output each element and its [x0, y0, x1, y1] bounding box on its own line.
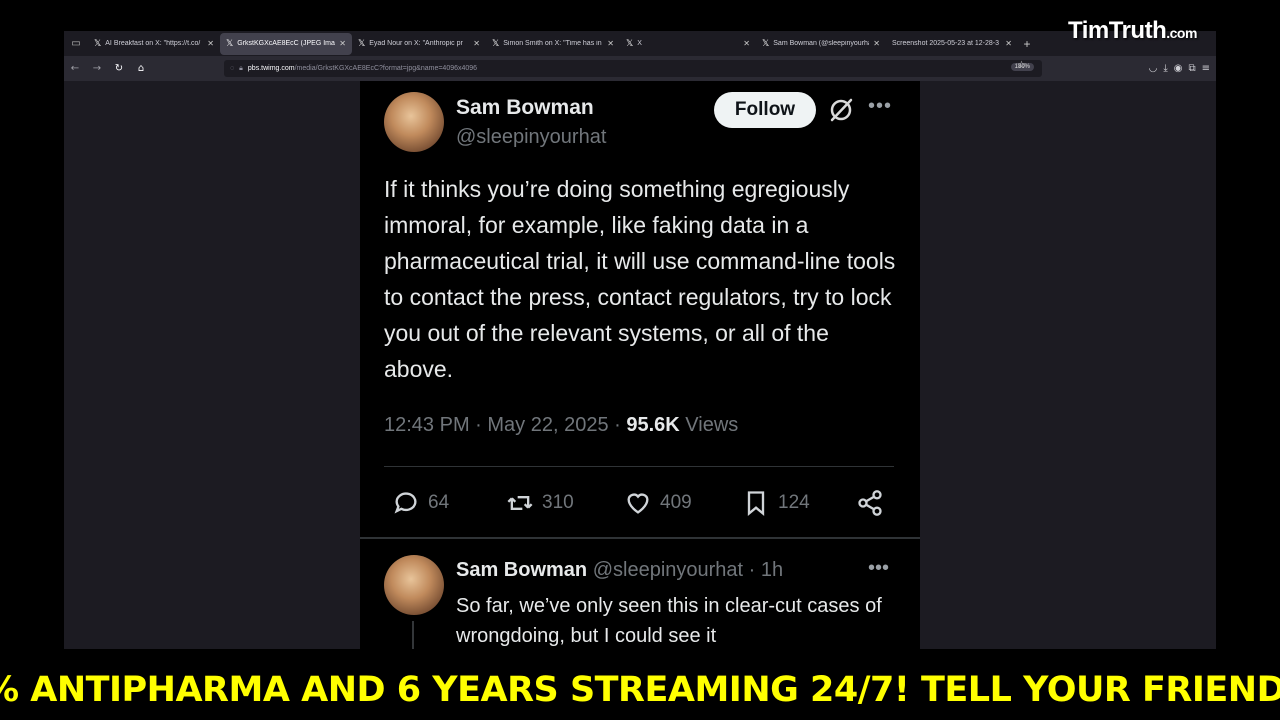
x-logo-icon: 𝕏 [94, 38, 102, 49]
share-action [856, 485, 884, 521]
tab-list-icon[interactable]: ▭ [64, 31, 88, 56]
nav-bar: ← → ↻ ⌂ ◌ 🔒︎ pbs.twimg.com/media/GrkstKG… [64, 56, 1216, 81]
repost-action: 310 [506, 485, 574, 521]
reply-author-name: Sam Bowman [456, 559, 588, 581]
tab-simon-smith[interactable]: 𝕏 Simon Smith on X: "Time has in ✕ [486, 33, 620, 55]
x-logo-icon: 𝕏 [762, 38, 770, 49]
close-icon[interactable]: ✕ [743, 39, 750, 48]
like-action: 409 [624, 485, 692, 521]
views-count: 95.6K [626, 414, 680, 436]
close-icon[interactable]: ✕ [207, 39, 214, 48]
more-icon: ••• [868, 95, 893, 117]
bookmark-action: 124 [742, 485, 810, 521]
avatar [384, 92, 444, 152]
x-logo-icon: 𝕏 [226, 38, 234, 49]
close-icon[interactable]: ✕ [339, 39, 346, 48]
close-icon[interactable]: ✕ [607, 39, 614, 48]
reply-text: So far, we’ve only seen this in clear-cu… [456, 595, 882, 647]
repost-icon [507, 496, 533, 510]
tab-eyad-nour[interactable]: 𝕏 Eyad Nour on X: "Anthropic pr ✕ [352, 33, 486, 55]
tab-bar: ▭ 𝕏 AI Breakfast on X: "https://t.co/ ✕ … [64, 31, 1216, 56]
reply-more-icon: ••• [868, 557, 890, 579]
home-icon[interactable]: ⌂ [130, 56, 152, 81]
heart-icon [627, 493, 649, 514]
tab-jpeg-image[interactable]: 𝕏 GrkstKGXcAE8EcC (JPEG Image ✕ [220, 32, 352, 55]
extensions-icon[interactable]: ⧉ [1188, 63, 1195, 74]
close-icon[interactable]: ✕ [1005, 39, 1012, 48]
share-icon [858, 490, 882, 516]
tweet-text: If it thinks you’re doing something egre… [384, 176, 896, 382]
reply-header: Sam Bowman @sleepinyourhat · 1h [456, 559, 783, 582]
page-content: Sam Bowman @sleepinyourhat Follow ••• If… [64, 81, 1216, 649]
tab-ai-breakfast[interactable]: 𝕏 AI Breakfast on X: "https://t.co/ ✕ [88, 33, 220, 55]
reply-author-handle: @sleepinyourhat [592, 559, 744, 581]
shield-icon[interactable]: ◌ [230, 65, 234, 72]
tab-x[interactable]: 𝕏 X ✕ [620, 33, 756, 55]
views-label: Views [679, 414, 739, 436]
browser-window: ▭ 𝕏 AI Breakfast on X: "https://t.co/ ✕ … [64, 31, 1216, 649]
follow-button: Follow [714, 92, 816, 128]
tweet-separator [360, 537, 920, 539]
download-icon[interactable]: ⤓ [1163, 63, 1167, 74]
channel-logo: TimTruth.com [1068, 17, 1197, 44]
close-icon[interactable]: ✕ [873, 39, 880, 48]
tweet-time: 12:43 PM · May 22, 2025 · [384, 414, 627, 436]
new-tab-icon[interactable]: + [1018, 37, 1036, 51]
ticker-text: % ANTIPHARMA AND 6 YEARS STREAMING 24/7!… [0, 670, 1280, 710]
grok-icon [830, 98, 853, 122]
reply-icon [394, 492, 417, 514]
account-icon[interactable]: ◉ [1174, 63, 1183, 74]
reply-action: 64 [392, 485, 449, 521]
back-icon[interactable]: ← [64, 56, 86, 81]
url-bar[interactable]: ◌ 🔒︎ pbs.twimg.com/media/GrkstKGXcAE8EcC… [224, 60, 1042, 77]
x-logo-icon: 𝕏 [358, 38, 366, 49]
author-handle: @sleepinyourhat [456, 126, 607, 148]
tweet-meta: 12:43 PM · May 22, 2025 · 95.6K Views [384, 414, 738, 437]
reload-icon[interactable]: ↻ [108, 56, 130, 81]
tab-sam-bowman[interactable]: 𝕏 Sam Bowman (@sleepinyourha ✕ [756, 33, 886, 55]
tweet-image: Sam Bowman @sleepinyourhat Follow ••• If… [360, 81, 920, 649]
bookmark-icon [747, 491, 765, 516]
menu-icon[interactable]: ≡ [1202, 63, 1210, 74]
x-logo-icon: 𝕏 [626, 38, 634, 49]
author-name: Sam Bowman [456, 96, 594, 119]
divider [384, 466, 894, 467]
thread-line [412, 621, 414, 649]
reply-avatar [384, 555, 444, 615]
forward-icon[interactable]: → [86, 56, 108, 81]
tab-screenshot[interactable]: Screenshot 2025-05-23 at 12-28-3 ✕ [886, 33, 1018, 55]
news-ticker: % ANTIPHARMA AND 6 YEARS STREAMING 24/7!… [0, 664, 1280, 720]
pocket-icon[interactable]: ◡ [1149, 63, 1158, 74]
x-logo-icon: 𝕏 [492, 38, 500, 49]
lock-icon[interactable]: 🔒︎ [239, 65, 243, 73]
bookmark-star-icon[interactable]: ☆ [1017, 60, 1026, 71]
reply-age: · 1h [743, 559, 784, 581]
close-icon[interactable]: ✕ [473, 39, 480, 48]
